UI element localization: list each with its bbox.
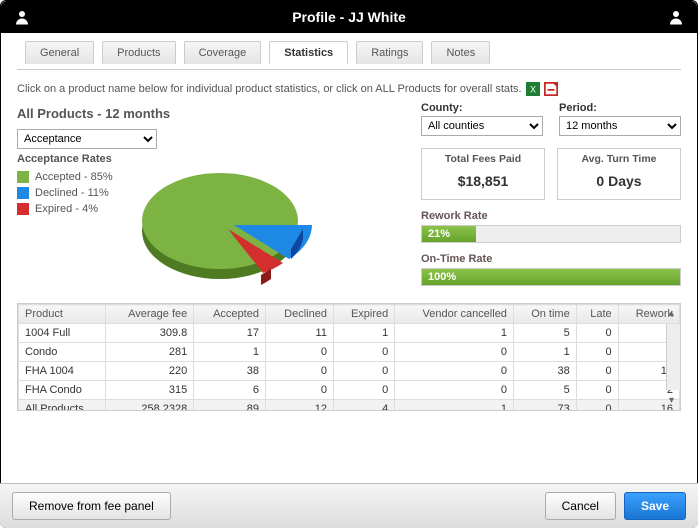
th-product[interactable]: Product — [19, 305, 106, 324]
ontime-bar: 100% — [421, 268, 681, 286]
acceptance-select[interactable]: Acceptance — [17, 129, 157, 149]
scroll-down-icon[interactable]: ▾ — [669, 395, 674, 406]
table-row-total[interactable]: All Products 258.2328 89 12 4 1 73 0 16 — [19, 400, 680, 412]
legend-declined: Declined - 11% — [17, 187, 113, 199]
metric-turn-label: Avg. Turn Time — [558, 149, 680, 169]
pie-chart — [125, 153, 325, 293]
table-row[interactable]: 1004 Full309.8171111501 — [19, 324, 680, 343]
table-scrollbar[interactable]: ▴ ▾ — [666, 324, 680, 390]
instruction-text: Click on a product name below for indivi… — [17, 82, 681, 96]
save-button[interactable]: Save — [624, 492, 686, 520]
ontime-label: On-Time Rate — [421, 253, 681, 265]
th-late[interactable]: Late — [576, 305, 618, 324]
product-table: Product Average fee Accepted Declined Ex… — [18, 304, 680, 411]
legend-expired: Expired - 4% — [17, 203, 113, 215]
th-vendor-cancelled[interactable]: Vendor cancelled — [395, 305, 514, 324]
person-icon-left — [13, 8, 31, 26]
th-accepted[interactable]: Accepted — [194, 305, 266, 324]
table-row[interactable]: Condo2811000100 — [19, 343, 680, 362]
tab-coverage[interactable]: Coverage — [184, 41, 262, 64]
pdf-icon[interactable] — [544, 82, 558, 96]
svg-text:X: X — [530, 85, 536, 95]
tab-statistics[interactable]: Statistics — [269, 41, 348, 64]
product-table-wrap: Product Average fee Accepted Declined Ex… — [17, 303, 681, 411]
person-icon-right — [667, 8, 685, 26]
tab-ratings[interactable]: Ratings — [356, 41, 423, 64]
legend-title: Acceptance Rates — [17, 153, 113, 165]
metric-turn: Avg. Turn Time 0 Days — [557, 148, 681, 200]
legend-accepted: Accepted - 85% — [17, 171, 113, 183]
table-row[interactable]: FHA Condo3156000502 — [19, 381, 680, 400]
table-row[interactable]: FHA 10042203800038012 — [19, 362, 680, 381]
excel-icon[interactable]: X — [526, 82, 540, 96]
rework-label: Rework Rate — [421, 210, 681, 222]
th-declined[interactable]: Declined — [265, 305, 333, 324]
metric-turn-value: 0 Days — [558, 169, 680, 193]
metric-fees-value: $18,851 — [422, 169, 544, 193]
ontime-fill: 100% — [422, 269, 680, 285]
tab-products[interactable]: Products — [102, 41, 175, 64]
rework-fill: 21% — [422, 226, 476, 242]
titlebar: Profile - JJ White — [1, 1, 697, 33]
th-expired[interactable]: Expired — [333, 305, 394, 324]
scroll-up-icon[interactable]: ▴ — [669, 308, 674, 319]
period-label: Period: — [559, 102, 681, 114]
remove-from-fee-panel-button[interactable]: Remove from fee panel — [12, 492, 171, 520]
instruction-label: Click on a product name below for indivi… — [17, 83, 522, 95]
section-title: All Products - 12 months — [17, 106, 387, 121]
tab-bar: General Products Coverage Statistics Rat… — [17, 41, 681, 64]
rework-bar: 21% — [421, 225, 681, 243]
metric-fees-label: Total Fees Paid — [422, 149, 544, 169]
footer: Remove from fee panel Cancel Save — [0, 483, 698, 528]
legend: Acceptance Rates Accepted - 85% Declined… — [17, 153, 113, 219]
period-select[interactable]: 12 months — [559, 116, 681, 136]
cancel-button[interactable]: Cancel — [545, 492, 616, 520]
county-label: County: — [421, 102, 543, 114]
county-select[interactable]: All counties — [421, 116, 543, 136]
tab-notes[interactable]: Notes — [431, 41, 490, 64]
tab-general[interactable]: General — [25, 41, 94, 64]
window-title: Profile - JJ White — [31, 9, 667, 25]
th-on-time[interactable]: On time — [513, 305, 576, 324]
th-avg-fee[interactable]: Average fee — [106, 305, 194, 324]
metric-fees: Total Fees Paid $18,851 — [421, 148, 545, 200]
